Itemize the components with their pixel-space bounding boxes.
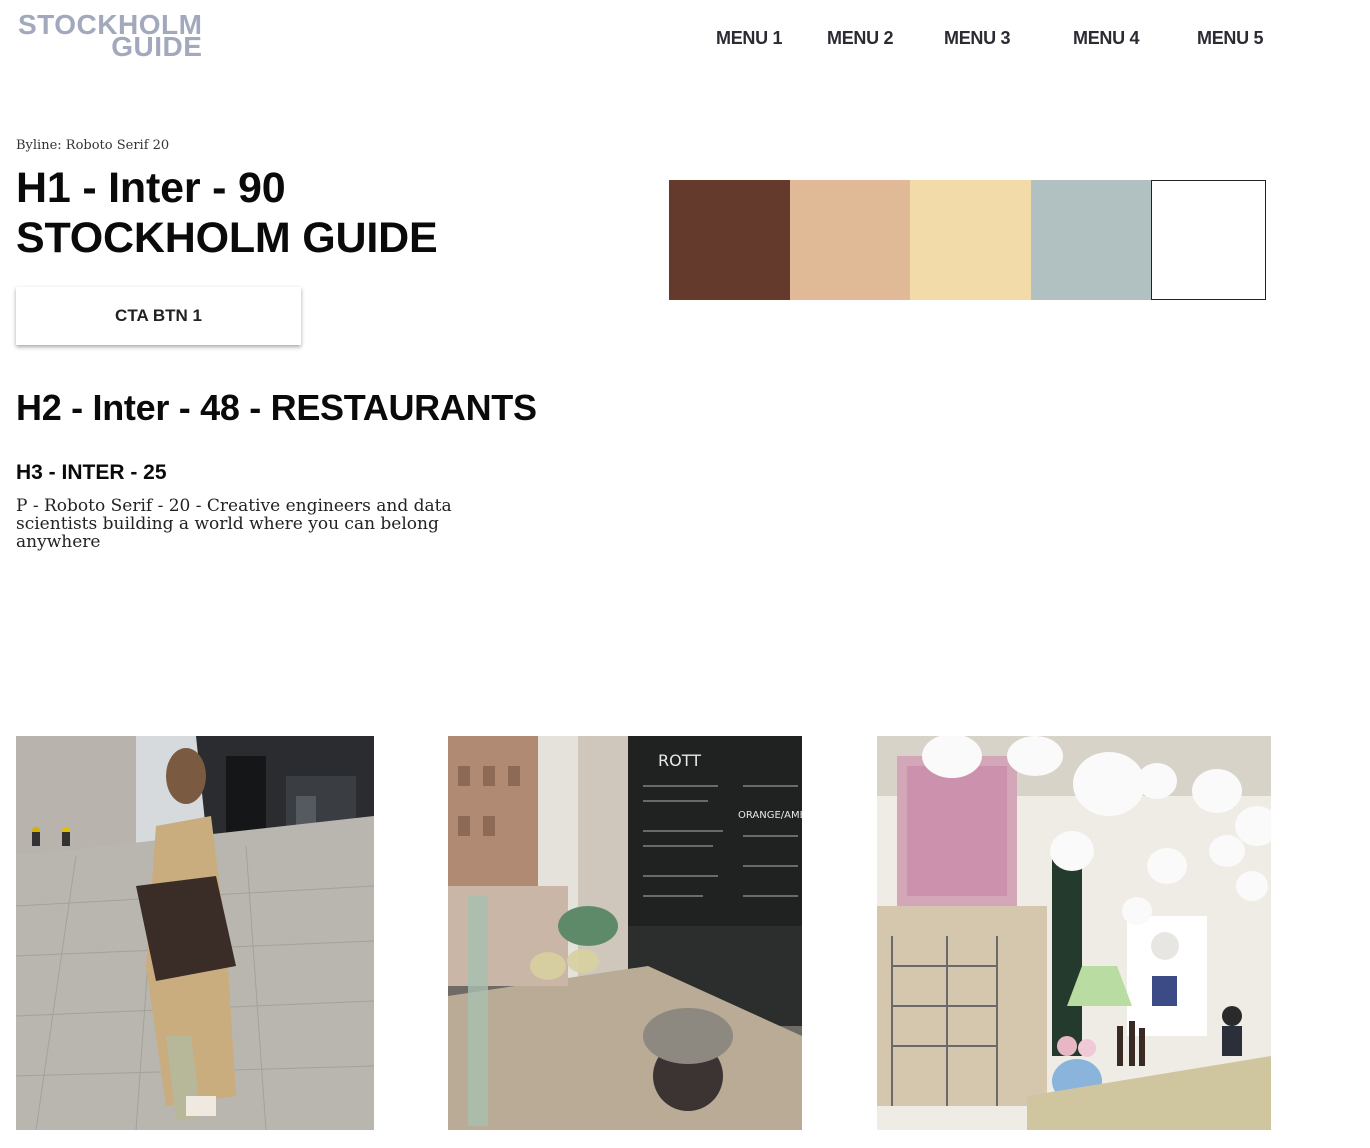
swatch-cream	[910, 180, 1031, 300]
nav-menu-5[interactable]: MENU 5	[1197, 28, 1264, 49]
wine-window-photo[interactable]: ROTT ORANGE/AMBER	[448, 736, 802, 1130]
chalkboard-orange-label: ORANGE/AMBER	[738, 810, 802, 821]
body-paragraph: P - Roboto Serif - 20 - Creative enginee…	[16, 496, 452, 552]
swatch-brown	[669, 180, 790, 300]
title-line-2: STOCKHOLM GUIDE	[16, 214, 438, 262]
woman-street-photo[interactable]	[16, 736, 374, 1130]
sub-heading: H3 - INTER - 25	[16, 461, 167, 484]
woman-street-illustration	[16, 736, 374, 1130]
page-title: H1 - Inter - 90 STOCKHOLM GUIDE	[16, 163, 438, 263]
wine-window-illustration: ROTT ORANGE/AMBER	[448, 736, 802, 1130]
restaurant-lanterns-photo[interactable]	[877, 736, 1271, 1130]
color-palette	[669, 180, 1269, 300]
nav-menu-1[interactable]: MENU 1	[716, 28, 783, 49]
section-heading: H2 - Inter - 48 - RESTAURANTS	[16, 387, 537, 428]
nav-menu-3[interactable]: MENU 3	[944, 28, 1011, 49]
chalkboard-title: ROTT	[658, 751, 701, 770]
swatch-sage	[1030, 180, 1151, 300]
swatch-tan	[789, 180, 910, 300]
restaurant-interior-illustration	[877, 736, 1271, 1130]
nav-menu-2[interactable]: MENU 2	[827, 28, 894, 49]
byline: Byline: Roboto Serif 20	[16, 138, 170, 153]
nav-menu-4[interactable]: MENU 4	[1073, 28, 1140, 49]
title-line-1: H1 - Inter - 90	[16, 164, 286, 212]
cta-button[interactable]: CTA BTN 1	[16, 287, 301, 345]
main-nav: MENU 1 MENU 2 MENU 3 MENU 4 MENU 5	[0, 28, 1370, 52]
swatch-white	[1151, 180, 1266, 300]
